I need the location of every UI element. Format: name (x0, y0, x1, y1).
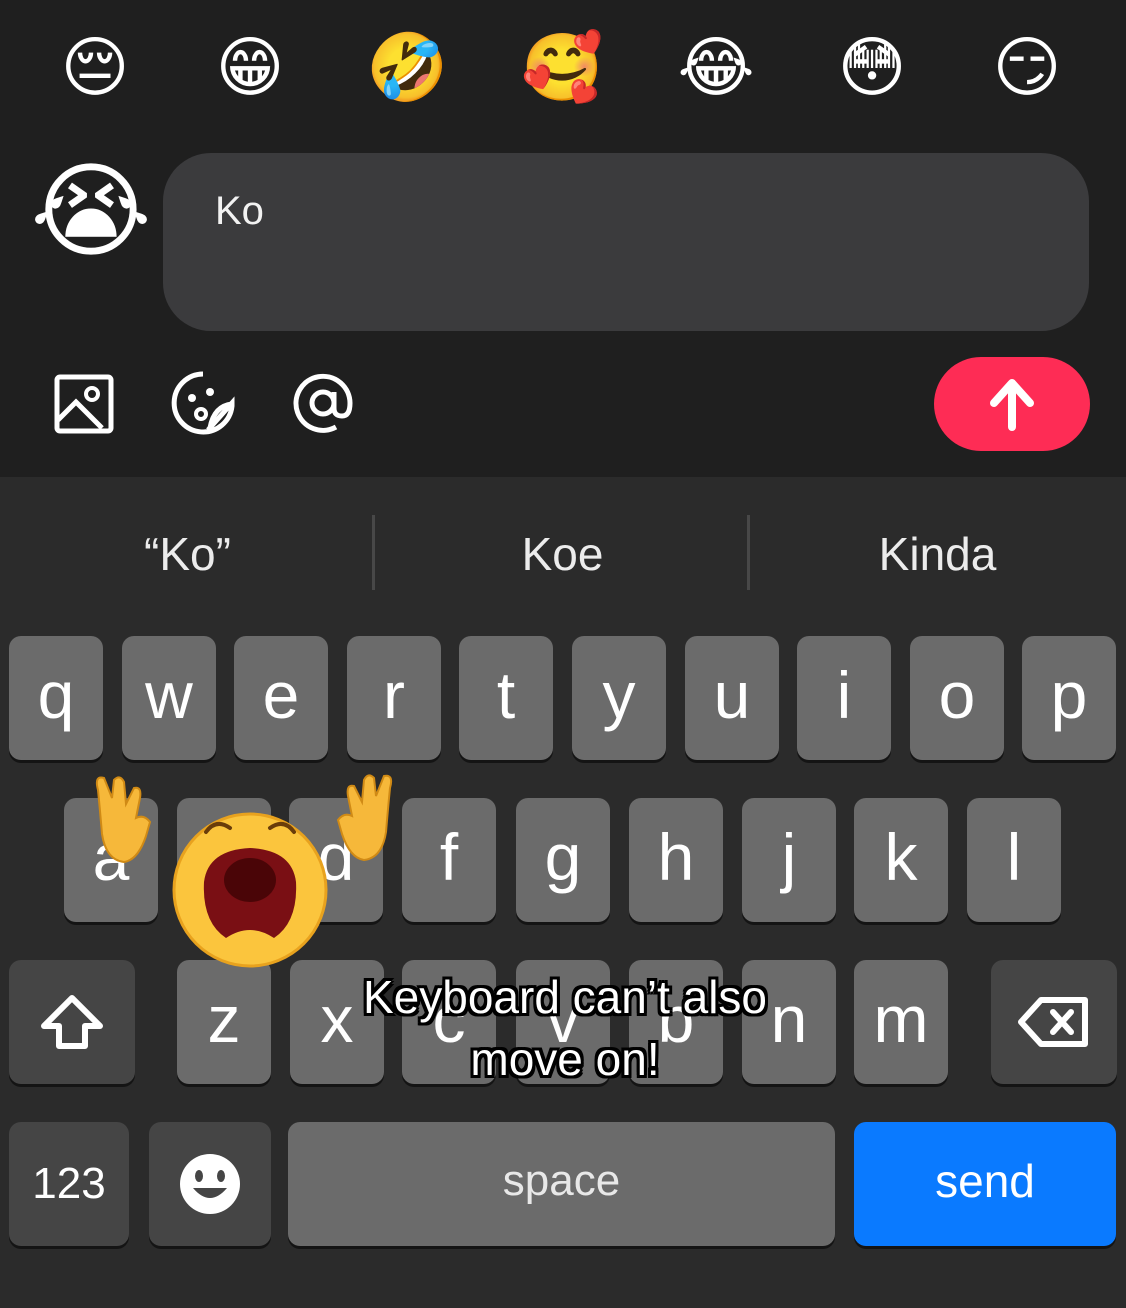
key-k[interactable]: k (854, 798, 948, 922)
emoji-pensive[interactable]: 😔 (55, 28, 135, 108)
emoji-joy[interactable]: 😂 (676, 28, 756, 108)
emoji-flushed[interactable]: 😳 (832, 28, 912, 108)
key-y[interactable]: y (572, 636, 666, 760)
emoji-keyboard-key[interactable] (149, 1122, 271, 1246)
emoji-rofl[interactable]: 🤣 (366, 28, 448, 108)
emoji-quick-bar: 😔 😁 🤣 🥰 😂 😳 😏 (0, 28, 1126, 118)
emoji-grin[interactable]: 😁 (210, 28, 290, 108)
space-key[interactable]: space (288, 1122, 835, 1246)
crying-avatar-emoji: 😭 (30, 150, 152, 272)
key-t[interactable]: t (459, 636, 553, 760)
composer-area: 😔 😁 🤣 🥰 😂 😳 😏 😭 Ko (0, 0, 1126, 477)
key-j[interactable]: j (742, 798, 836, 922)
key-p[interactable]: p (1022, 636, 1116, 760)
caption-line-2: move on! (470, 1033, 660, 1085)
send-key[interactable]: send (854, 1122, 1116, 1246)
key-r[interactable]: r (347, 636, 441, 760)
emoji-smiling-hearts[interactable]: 🥰 (521, 28, 603, 108)
suggestion-kinda[interactable]: Kinda (750, 522, 1125, 586)
numbers-key[interactable]: 123 (9, 1122, 129, 1246)
key-f[interactable]: f (402, 798, 496, 922)
key-w[interactable]: w (122, 636, 216, 760)
send-comment-button[interactable] (934, 357, 1090, 451)
key-h[interactable]: h (629, 798, 723, 922)
key-q[interactable]: q (9, 636, 103, 760)
video-caption: Keyboard can’t also move on! (250, 966, 880, 1090)
suggestion-quoted[interactable]: “Ko” (0, 522, 375, 586)
key-u[interactable]: u (685, 636, 779, 760)
key-g[interactable]: g (516, 798, 610, 922)
emoji-keyboard-icon (180, 1154, 240, 1214)
caption-line-1: Keyboard can’t also (362, 971, 768, 1023)
backspace-key[interactable] (991, 960, 1117, 1084)
suggestion-koe[interactable]: Koe (375, 522, 750, 586)
arrow-up-icon (990, 379, 1034, 431)
comment-input[interactable]: Ko (163, 153, 1089, 331)
key-e[interactable]: e (234, 636, 328, 760)
crying-face-sticker (95, 774, 393, 968)
image-icon[interactable] (52, 370, 118, 436)
mention-icon[interactable] (290, 370, 356, 436)
comment-input-value: Ko (215, 189, 264, 233)
key-i[interactable]: i (797, 636, 891, 760)
key-o[interactable]: o (910, 636, 1004, 760)
emoji-smirk[interactable]: 😏 (987, 28, 1067, 108)
backspace-icon (1018, 997, 1088, 1047)
sticker-icon[interactable] (170, 370, 236, 436)
key-l[interactable]: l (967, 798, 1061, 922)
